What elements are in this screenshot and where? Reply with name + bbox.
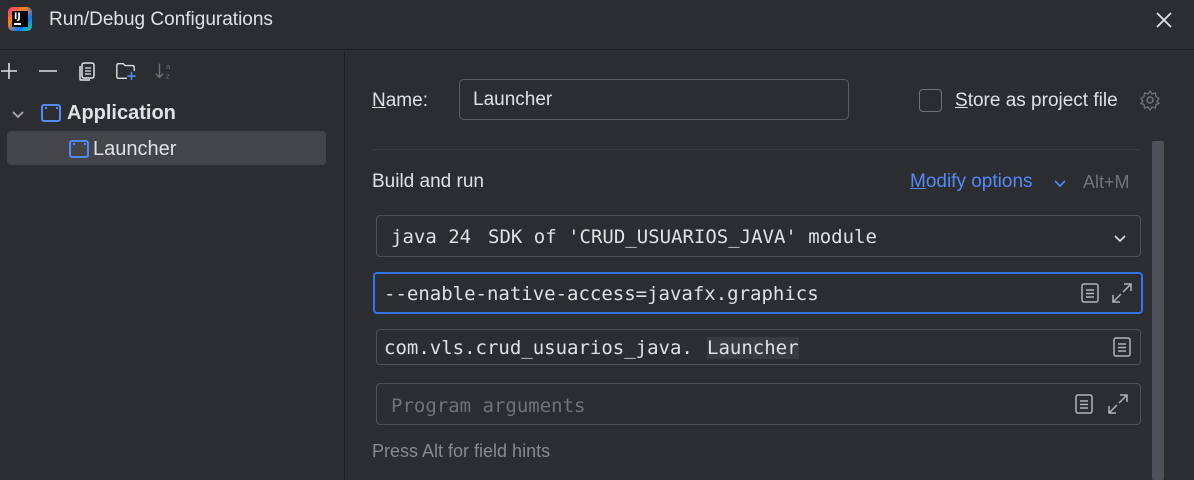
document-icon[interactable] <box>1112 336 1132 358</box>
jdk-detail: SDK of 'CRUD_USUARIOS_JAVA' module <box>488 226 877 248</box>
document-icon[interactable] <box>1074 393 1094 415</box>
chevron-down-icon[interactable] <box>1052 175 1068 191</box>
section-title: Build and run <box>372 171 484 192</box>
svg-text:a: a <box>166 62 171 71</box>
gear-icon[interactable] <box>1139 89 1161 111</box>
tree-item-label: Launcher <box>93 138 177 160</box>
program-arguments-placeholder: Program arguments <box>391 395 586 417</box>
application-icon <box>41 104 61 122</box>
document-icon[interactable] <box>1080 282 1100 304</box>
svg-text:z: z <box>166 71 170 80</box>
copy-icon[interactable] <box>76 60 98 82</box>
configuration-form: Name: Launcher Store as project file Bui… <box>346 51 1194 480</box>
tree-item-launcher[interactable]: Launcher <box>7 131 326 165</box>
vm-options-value: --enable-native-access=javafx.graphics <box>384 283 819 305</box>
sort-icon[interactable]: a z <box>154 60 176 82</box>
tree-group-label: Application <box>67 102 176 124</box>
chevron-down-icon[interactable] <box>11 108 25 122</box>
store-as-project-file-label[interactable]: Store as project file <box>955 90 1118 112</box>
field-hint-text: Press Alt for field hints <box>372 441 551 461</box>
title-bar: IJ Run/Debug Configurations <box>0 0 1194 50</box>
jdk-dropdown[interactable]: java 24 SDK of 'CRUD_USUARIOS_JAVA' modu… <box>376 215 1141 257</box>
jdk-main: java 24 <box>391 226 472 248</box>
name-label: Name: <box>372 90 428 111</box>
new-folder-icon[interactable] <box>115 60 137 82</box>
store-as-project-file-checkbox[interactable] <box>919 89 942 112</box>
main-class-package: com.vls.crud_usuarios_java. <box>384 337 693 359</box>
remove-icon[interactable] <box>37 60 59 82</box>
vm-options-field[interactable]: --enable-native-access=javafx.graphics <box>373 272 1143 314</box>
chevron-down-icon[interactable] <box>1112 230 1128 246</box>
modify-options-link[interactable]: Modify options <box>910 171 1033 193</box>
application-icon <box>69 140 89 158</box>
configurations-panel: a z Application Launcher <box>0 51 345 480</box>
expand-icon[interactable] <box>1110 281 1134 305</box>
scrollbar[interactable] <box>1152 141 1164 480</box>
program-arguments-field[interactable]: Program arguments <box>376 383 1141 425</box>
window-title: Run/Debug Configurations <box>49 9 273 30</box>
separator <box>372 149 1140 150</box>
close-icon[interactable] <box>1154 10 1174 30</box>
expand-icon[interactable] <box>1106 392 1130 416</box>
add-icon[interactable] <box>0 60 20 82</box>
main-class-field[interactable]: com.vls.crud_usuarios_java. Launcher <box>376 329 1141 365</box>
name-field[interactable]: Launcher <box>459 79 849 120</box>
intellij-logo-icon: IJ <box>8 7 32 31</box>
tree-group-application[interactable]: Application <box>0 97 345 131</box>
modify-options-shortcut: Alt+M <box>1083 172 1130 192</box>
main-class-name: Launcher <box>707 337 799 359</box>
